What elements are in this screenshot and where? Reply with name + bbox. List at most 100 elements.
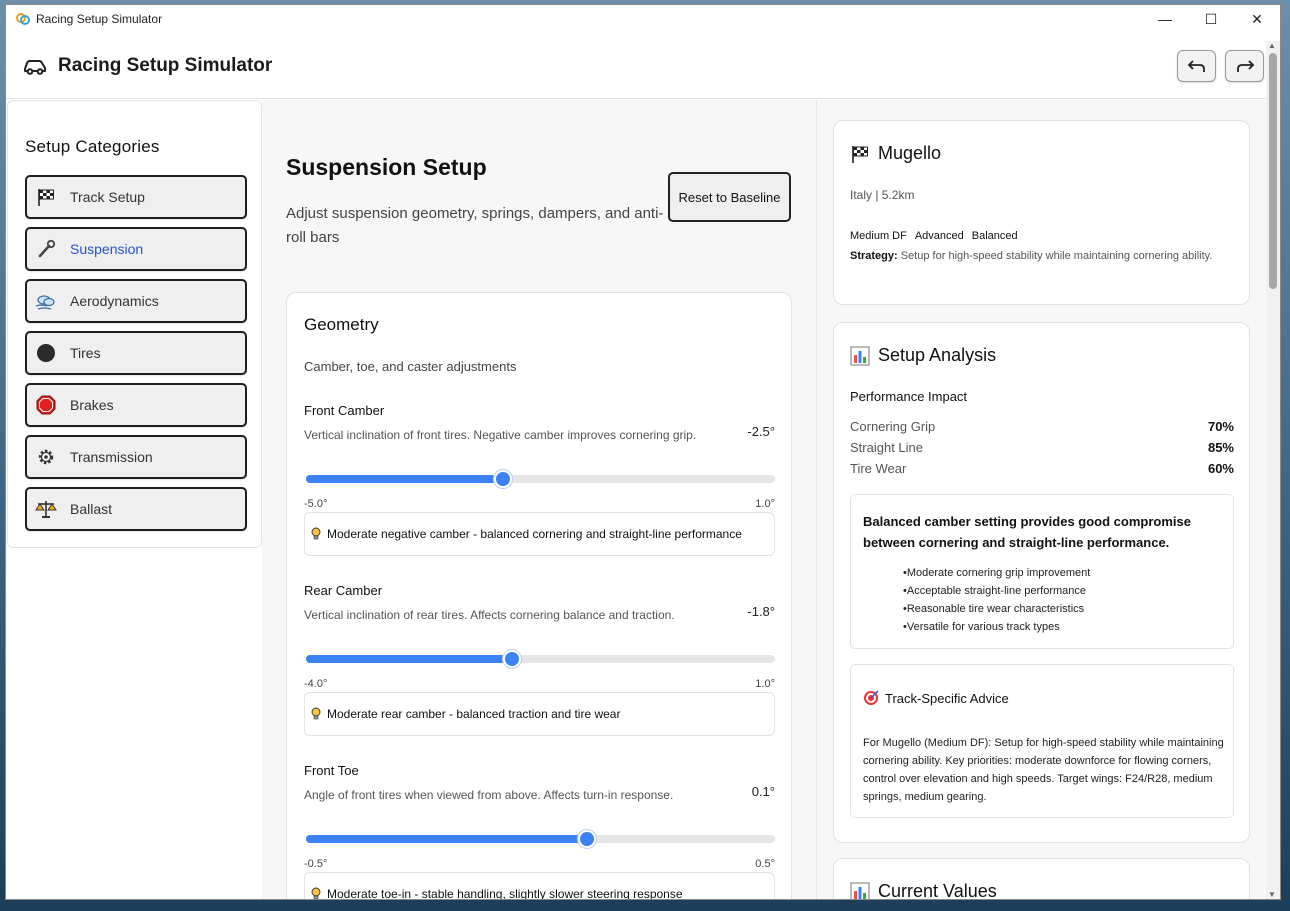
target-icon: [864, 690, 879, 705]
slider-fill: [306, 655, 513, 663]
scroll-down-icon[interactable]: ▼: [1268, 890, 1276, 899]
lightbulb-icon: [311, 887, 321, 899]
current-values-title-text: Current Values: [878, 881, 997, 900]
strategy-label: Strategy:: [850, 250, 898, 262]
sidebar-item-label: Ballast: [70, 501, 113, 517]
analysis-card: Setup Analysis Performance Impact Corner…: [833, 322, 1250, 843]
close-icon[interactable]: ✕: [1234, 5, 1280, 33]
undo-button[interactable]: [1177, 50, 1216, 82]
title-bar: Racing Setup Simulator — ☐ ✕: [6, 5, 1280, 33]
window-controls: — ☐ ✕: [1142, 5, 1280, 33]
range-min: -0.5°: [304, 858, 328, 870]
list-item: •Moderate cornering grip improvement: [903, 567, 1091, 579]
param-hint: Moderate toe-in - stable handling, sligh…: [304, 872, 775, 899]
param-front-toe: Front Toe Angle of front tires when view…: [304, 763, 775, 899]
window-title: Racing Setup Simulator: [36, 12, 163, 26]
param-name: Front Camber: [304, 403, 385, 418]
param-hint: Moderate rear camber - balanced traction…: [304, 692, 775, 736]
hint-text: Moderate rear camber - balanced traction…: [327, 707, 621, 721]
param-rear-camber: Rear Camber Vertical inclination of rear…: [304, 583, 775, 736]
tag-style: Balanced: [971, 230, 1018, 242]
track-name: Mugello: [878, 143, 942, 163]
range-min: -4.0°: [304, 678, 328, 690]
front-camber-slider[interactable]: [306, 470, 775, 488]
gear-icon: [35, 446, 57, 468]
range-max: 1.0°: [755, 678, 775, 690]
sidebar-item-label: Tires: [70, 345, 101, 361]
metric-name: Straight Line: [850, 440, 923, 455]
rear-camber-slider[interactable]: [306, 650, 775, 668]
summary-bullets: •Moderate cornering grip improvement •Ac…: [903, 564, 1090, 636]
sidebar-item-label: Transmission: [70, 449, 153, 465]
front-toe-slider[interactable]: [306, 830, 775, 848]
app-window: Racing Setup Simulator — ☐ ✕ Racing Setu…: [5, 4, 1281, 900]
param-description: Vertical inclination of front tires. Neg…: [304, 428, 697, 442]
sidebar-item-tires[interactable]: Tires: [25, 331, 247, 375]
slider-fill: [306, 475, 503, 483]
scales-icon: [35, 498, 57, 520]
geometry-card: Geometry Camber, toe, and caster adjustm…: [286, 292, 792, 899]
slider-fill: [306, 835, 588, 843]
advice-title-text: Track-Specific Advice: [885, 690, 1009, 706]
param-hint: Moderate negative camber - balanced corn…: [304, 512, 775, 556]
lightbulb-icon: [311, 527, 321, 540]
metric-value: 60%: [1207, 461, 1234, 476]
analysis-title: Setup Analysis: [850, 345, 996, 366]
range-max: 0.5°: [755, 858, 775, 870]
analysis-summary: Balanced camber setting provides good co…: [850, 494, 1234, 649]
metric-value: 85%: [1207, 440, 1234, 455]
sidebar-title: Setup Categories: [25, 137, 160, 156]
param-description: Angle of front tires when viewed from ab…: [304, 788, 674, 802]
bar-chart-icon: [850, 346, 870, 366]
reset-to-baseline-button[interactable]: Reset to Baseline: [668, 172, 791, 222]
redo-button[interactable]: [1225, 50, 1264, 82]
section-title: Geometry: [304, 315, 379, 334]
minimize-icon[interactable]: —: [1142, 5, 1188, 33]
sidebar-item-transmission[interactable]: Transmission: [25, 435, 247, 479]
advice-title: Track-Specific Advice: [863, 690, 1009, 706]
summary-title: Balanced camber setting provides good co…: [863, 514, 1191, 550]
param-name: Front Toe: [304, 763, 359, 778]
sidebar: Setup Categories Track Setup Suspension …: [7, 100, 262, 548]
sidebar-item-brakes[interactable]: Brakes: [25, 383, 247, 427]
app-logo-icon: [16, 13, 30, 25]
track-card: Mugello Italy | 5.2km Medium DF Advanced…: [833, 120, 1250, 305]
undo-icon: [1187, 60, 1205, 72]
range-max: 1.0°: [755, 498, 775, 510]
sidebar-item-track-setup[interactable]: Track Setup: [25, 175, 247, 219]
slider-knob[interactable]: [493, 470, 512, 488]
bar-chart-icon: [850, 882, 870, 899]
car-icon: [24, 59, 46, 75]
app-title: Racing Setup Simulator: [58, 54, 273, 76]
track-tags: Medium DF Advanced Balanced: [850, 230, 1018, 242]
metric-name: Tire Wear: [850, 461, 907, 476]
track-advice: Track-Specific Advice For Mugello (Mediu…: [850, 664, 1234, 818]
param-value: -2.5°: [747, 424, 775, 439]
strategy-text: Setup for high-speed stability while mai…: [900, 250, 1213, 262]
metric-row: Cornering Grip 70%: [850, 419, 1234, 434]
sidebar-item-aerodynamics[interactable]: Aerodynamics: [25, 279, 247, 323]
checkered-flag-icon: [35, 186, 57, 208]
sidebar-item-label: Brakes: [70, 397, 114, 413]
sidebar-item-label: Aerodynamics: [70, 293, 159, 309]
scrollbar-thumb[interactable]: [1269, 53, 1277, 289]
track-location: Italy | 5.2km: [850, 188, 915, 202]
sidebar-item-suspension[interactable]: Suspension: [25, 227, 247, 271]
right-panel: Mugello Italy | 5.2km Medium DF Advanced…: [816, 100, 1268, 900]
maximize-icon[interactable]: ☐: [1188, 5, 1234, 33]
scroll-up-icon[interactable]: ▲: [1268, 41, 1276, 50]
param-name: Rear Camber: [304, 583, 383, 598]
hint-text: Moderate negative camber - balanced corn…: [327, 527, 742, 541]
vertical-scrollbar[interactable]: ▲ ▼: [1266, 41, 1280, 899]
sidebar-item-label: Track Setup: [70, 189, 145, 205]
sidebar-item-ballast[interactable]: Ballast: [25, 487, 247, 531]
slider-knob[interactable]: [578, 830, 597, 848]
performance-title: Performance Impact: [850, 389, 968, 404]
category-list: Track Setup Suspension Aerodynamics Tire…: [25, 175, 247, 539]
slider-knob[interactable]: [503, 650, 522, 668]
list-item: •Acceptable straight-line performance: [903, 585, 1086, 597]
stop-sign-icon: [35, 394, 57, 416]
param-value: -1.8°: [747, 604, 775, 619]
param-description: Vertical inclination of rear tires. Affe…: [304, 608, 675, 622]
wrench-icon: [35, 238, 57, 260]
